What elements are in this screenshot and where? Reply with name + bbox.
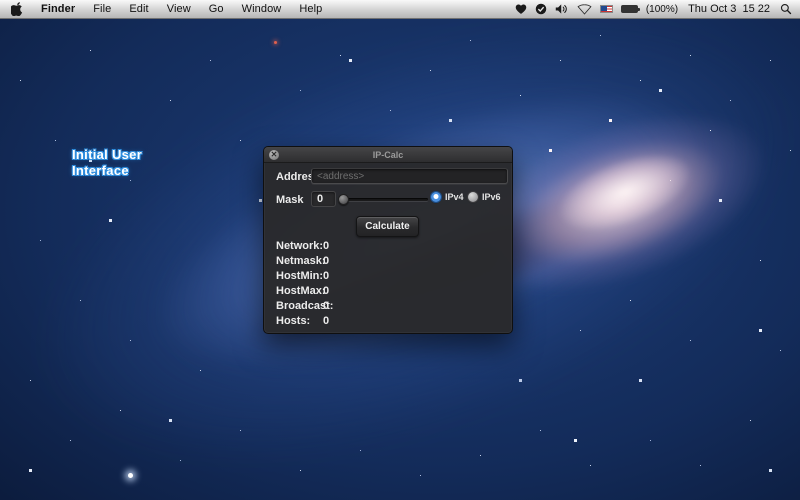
mask-slider-handle[interactable]	[338, 194, 349, 205]
window-titlebar[interactable]: ✕ IP-Calc	[264, 147, 512, 163]
battery-icon[interactable]	[621, 0, 638, 18]
checkmark-badge-icon[interactable]	[535, 0, 547, 18]
menu-edit[interactable]: Edit	[120, 0, 157, 18]
menu-app-finder[interactable]: Finder	[32, 0, 84, 18]
mask-label: Mask	[276, 194, 304, 206]
result-row-broadcast: Broadcast: 0	[264, 300, 512, 313]
radio-ipv4-selected-icon	[431, 192, 441, 202]
galaxy-core-bright	[548, 138, 701, 246]
menu-view[interactable]: View	[158, 0, 200, 18]
menu-bar: Finder File Edit View Go Window Help (10…	[0, 0, 800, 19]
menu-window[interactable]: Window	[233, 0, 291, 18]
window-title: IP-Calc	[264, 150, 512, 160]
annotation-line-1: Initial User	[72, 147, 142, 163]
result-row-hosts: Hosts: 0	[264, 315, 512, 328]
us-flag-icon[interactable]	[600, 0, 613, 18]
mask-slider[interactable]	[338, 191, 428, 207]
radio-ipv4[interactable]: IPv4	[431, 192, 464, 202]
battery-percent-label: (100%)	[646, 4, 678, 15]
mask-value-field[interactable]	[311, 191, 336, 207]
heart-icon[interactable]	[515, 0, 527, 18]
result-value: 0	[323, 285, 329, 297]
address-input[interactable]	[311, 168, 508, 184]
apple-logo-icon	[11, 2, 23, 16]
red-star	[274, 41, 277, 44]
result-label: Hosts:	[276, 315, 310, 327]
menu-help[interactable]: Help	[290, 0, 331, 18]
annotation-initial-user-interface: Initial User Interface	[72, 147, 142, 179]
result-value: 0	[323, 270, 329, 282]
result-value: 0	[323, 240, 329, 252]
result-label: HostMin:	[276, 270, 323, 282]
menu-bar-status: (100%) Thu Oct 3 15 22	[515, 0, 800, 18]
volume-icon[interactable]	[555, 0, 569, 18]
result-value: 0	[323, 255, 329, 267]
menu-bar-clock[interactable]: Thu Oct 3 15 22	[686, 3, 772, 15]
menu-bar-left: Finder File Edit View Go Window Help	[0, 0, 331, 18]
radio-ipv6-label: IPv6	[482, 192, 501, 202]
desktop: Finder File Edit View Go Window Help (10…	[0, 0, 800, 500]
ipcalc-window: ✕ IP-Calc Address Mask IPv4 IPv6 Calcula…	[263, 146, 513, 334]
result-value: 0	[323, 315, 329, 327]
annotation-line-2: Interface	[72, 163, 142, 179]
result-label: Network:	[276, 240, 323, 252]
result-row-network: Network: 0	[264, 240, 512, 253]
result-row-hostmin: HostMin: 0	[264, 270, 512, 283]
radio-ipv6-unselected-icon	[468, 192, 478, 202]
result-row-hostmax: HostMax: 0	[264, 285, 512, 298]
result-label: Netmask:	[276, 255, 326, 267]
result-label: HostMax:	[276, 285, 326, 297]
radio-ipv4-label: IPv4	[445, 192, 464, 202]
calculate-button[interactable]: Calculate	[356, 216, 419, 237]
spotlight-search-icon[interactable]	[780, 0, 792, 18]
result-row-netmask: Netmask: 0	[264, 255, 512, 268]
mask-slider-track	[338, 198, 428, 201]
radio-ipv6[interactable]: IPv6	[468, 192, 501, 202]
result-value: 0	[323, 300, 329, 312]
bright-star	[128, 473, 133, 478]
menu-file[interactable]: File	[84, 0, 120, 18]
apple-menu[interactable]	[0, 0, 32, 18]
menu-go[interactable]: Go	[200, 0, 233, 18]
wifi-icon[interactable]	[577, 0, 592, 18]
